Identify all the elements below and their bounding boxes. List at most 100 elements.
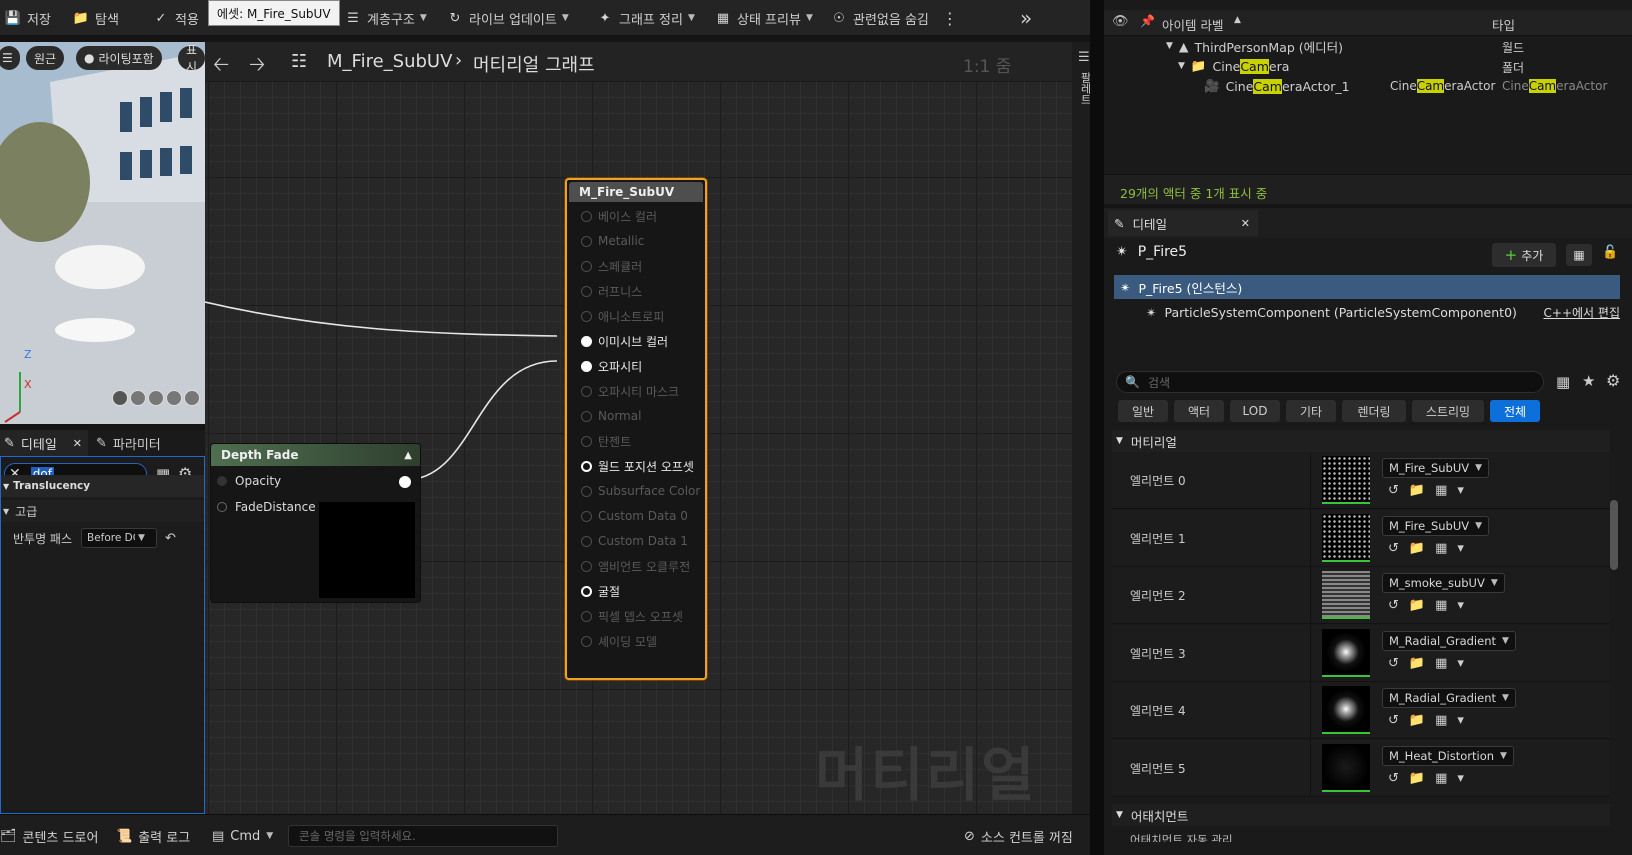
material-input-pin[interactable]: 이미시브 컬러 (581, 331, 668, 351)
material-input-pin[interactable]: 오파시티 (581, 356, 642, 376)
material-input-pin[interactable]: Normal (581, 406, 641, 426)
reset-default-icon[interactable]: ▦ (1435, 541, 1447, 556)
details-search-input[interactable]: 🔍 검색 (1116, 371, 1544, 393)
outliner-row-folder[interactable]: ▼ 📁 CineCamera (1178, 56, 1289, 76)
chevron-down-icon[interactable]: ▾ (1457, 483, 1464, 498)
browse-button[interactable]: 📁 탐색 (72, 6, 119, 30)
browse-asset-icon[interactable]: 📁 (1409, 713, 1425, 728)
material-input-pin[interactable]: 러프니스 (581, 281, 642, 301)
column-item-label[interactable]: 아이템 라벨 (1162, 15, 1223, 34)
material-asset-dropdown[interactable]: M_Fire_SubUV ▼ (1382, 515, 1490, 536)
forward-arrow-icon[interactable]: 🡢 (249, 50, 265, 84)
category-advanced[interactable]: ▼ 고급 (1, 500, 204, 522)
browse-asset-icon[interactable]: 📁 (1409, 541, 1425, 556)
cube-preview-icon[interactable] (166, 390, 182, 406)
material-input-pin[interactable]: 탄젠트 (581, 431, 631, 451)
output-log-button[interactable]: 📜 출력 로그 (116, 825, 190, 847)
depth-fade-node[interactable]: Depth Fade ▲ Opacity FadeDistance (210, 443, 421, 603)
panel-splitter[interactable] (1090, 0, 1104, 855)
material-input-pin[interactable]: 스페큘러 (581, 256, 642, 276)
add-component-button[interactable]: + 추가 (1492, 243, 1556, 267)
material-thumbnail[interactable] (1322, 743, 1370, 792)
opacity-pin-icon[interactable] (399, 476, 411, 488)
collapse-icon[interactable]: ▲ (404, 450, 412, 461)
chevron-down-icon[interactable]: ▾ (1457, 656, 1464, 671)
details-scrollbar[interactable] (1610, 500, 1618, 570)
material-thumbnail[interactable] (1322, 686, 1370, 734)
category-filter-button[interactable]: 스트리밍 (1412, 400, 1484, 422)
material-thumbnail[interactable] (1322, 456, 1370, 504)
browse-asset-icon[interactable]: 📁 (1409, 771, 1425, 786)
category-filter-button[interactable]: 전체 (1490, 400, 1540, 422)
console-command-input[interactable]: 콘솔 명령을 입력하세요. (288, 825, 558, 847)
reset-default-icon[interactable]: ▦ (1435, 656, 1447, 671)
material-input-pin[interactable]: 굴절 (581, 581, 620, 601)
material-input-pin[interactable]: Custom Data 1 (581, 531, 688, 551)
material-asset-dropdown[interactable]: M_Radial_Gradient ▼ (1382, 630, 1516, 651)
use-selected-icon[interactable]: ↺ (1388, 483, 1399, 498)
translucency-pass-dropdown[interactable]: Before DOF▼ (81, 528, 157, 548)
category-filter-button[interactable]: LOD (1230, 400, 1280, 422)
more-options-icon[interactable]: ⋮ (942, 9, 958, 28)
use-selected-icon[interactable]: ↺ (1388, 713, 1399, 728)
lighting-mode-button[interactable]: ● 라이팅포함 (76, 46, 162, 70)
material-input-pin[interactable]: 픽셀 뎁스 오프셋 (581, 606, 683, 626)
favorite-star-icon[interactable]: ★ (1582, 372, 1595, 390)
material-asset-dropdown[interactable]: M_Heat_Distortion ▼ (1382, 745, 1514, 766)
material-result-node[interactable]: M_Fire_SubUV 베이스 컬러 Metallic 스페큘러 러프니스 애니소트로… (565, 178, 707, 680)
material-asset-dropdown[interactable]: M_smoke_subUV ▼ (1382, 573, 1505, 593)
palette-menu-icon[interactable]: ☰ (1078, 50, 1090, 65)
use-selected-icon[interactable]: ↺ (1388, 541, 1399, 556)
component-row[interactable]: ✴ ParticleSystemComponent (ParticleSystem… (1146, 301, 1620, 323)
reset-default-icon[interactable]: ▦ (1435, 483, 1447, 498)
tab-details[interactable]: ✎ 디테일 ✕ (0, 430, 88, 456)
pin-icon[interactable]: 📌 (1140, 14, 1155, 28)
graph-cleanup-dropdown[interactable]: ✦ 그래프 정리 ▼ (596, 6, 695, 30)
category-filter-button[interactable]: 기타 (1286, 400, 1336, 422)
lock-icon[interactable]: 🔓 (1602, 245, 1618, 260)
material-input-pin[interactable]: Subsurface Color (581, 481, 700, 501)
chevron-down-icon[interactable]: ▾ (1457, 598, 1464, 613)
material-input-pin[interactable]: 애니소트로피 (581, 306, 664, 326)
perspective-button[interactable]: 원근 (26, 46, 65, 70)
blueprint-icon[interactable]: ▦ (1566, 244, 1592, 266)
browse-asset-icon[interactable]: 📁 (1409, 656, 1425, 671)
hierarchy-dropdown[interactable]: ☰ 계층구조 ▼ (344, 6, 427, 30)
hide-unrelated-button[interactable]: ☉ 관련없음 숨김 ⋮ (830, 6, 958, 30)
reset-default-icon[interactable]: ▦ (1435, 771, 1447, 786)
save-button[interactable]: 💾 저장 (4, 6, 51, 30)
mesh-preview-icon[interactable] (184, 390, 200, 406)
use-selected-icon[interactable]: ↺ (1388, 771, 1399, 786)
apply-button[interactable]: ✓ 적용 (152, 6, 199, 30)
outliner-row-world[interactable]: ▼ ▲ ThirdPersonMap (에디터) (1166, 36, 1343, 56)
material-asset-dropdown[interactable]: M_Radial_Gradient ▼ (1382, 688, 1516, 708)
material-input-pin[interactable]: 오파시티 마스크 (581, 381, 679, 401)
outliner-row-camera-actor[interactable]: 🎥 CineCameraActor_1 (1204, 76, 1350, 96)
material-input-pin[interactable]: Metallic (581, 231, 644, 251)
reset-default-icon[interactable]: ▦ (1435, 713, 1447, 728)
use-selected-icon[interactable]: ↺ (1388, 656, 1399, 671)
material-asset-dropdown[interactable]: M_Fire_SubUV ▼ (1382, 458, 1490, 478)
material-thumbnail[interactable] (1322, 513, 1370, 562)
section-material[interactable]: ▼ 머티리얼 (1112, 430, 1610, 452)
chevron-down-icon[interactable]: ▾ (1457, 713, 1464, 728)
reset-icon[interactable]: ↶ (165, 531, 176, 546)
browse-asset-icon[interactable]: 📁 (1409, 598, 1425, 613)
tab-parameters[interactable]: ✎ 파라미터 (96, 430, 161, 456)
section-attachment[interactable]: ▼ 어태치먼트 (1112, 804, 1610, 826)
opacity-output-pin[interactable]: Opacity (217, 474, 281, 488)
table-view-icon[interactable]: ▦ (1556, 373, 1570, 391)
live-update-dropdown[interactable]: ↻ 라이브 업데이트 ▼ (446, 6, 569, 30)
material-thumbnail[interactable] (1322, 571, 1370, 619)
material-input-pin[interactable]: 베이스 컬러 (581, 206, 657, 226)
close-icon[interactable]: ✕ (1241, 217, 1250, 230)
browse-asset-icon[interactable]: 📁 (1409, 483, 1425, 498)
plane-preview-icon[interactable] (148, 390, 164, 406)
fade-distance-input-pin[interactable]: FadeDistance (217, 500, 316, 514)
show-button[interactable]: 표시 (178, 43, 205, 74)
material-thumbnail[interactable] (1322, 628, 1370, 677)
source-control-button[interactable]: ⊘ 소스 컨트롤 꺼짐 (964, 825, 1073, 847)
material-input-pin[interactable]: 셰이딩 모델 (581, 631, 657, 651)
chevron-down-icon[interactable]: ▾ (1457, 771, 1464, 786)
close-icon[interactable]: ✕ (73, 437, 82, 450)
